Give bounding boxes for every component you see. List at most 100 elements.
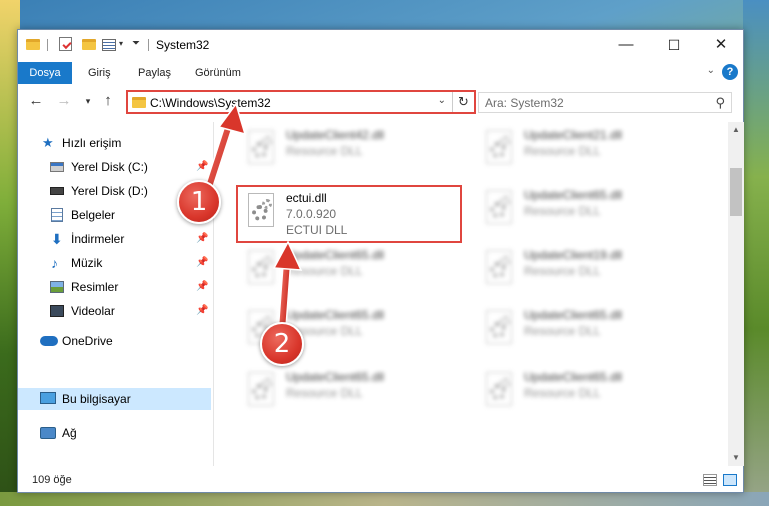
address-bar[interactable]: C:\Windows\System32 ⌄ ↻ xyxy=(126,90,476,114)
nav-item-label: Belgeler xyxy=(71,208,116,222)
dll-file-icon xyxy=(244,130,278,170)
scroll-up-arrow-icon[interactable]: ▲ xyxy=(728,122,744,138)
forward-arrow-icon[interactable]: → xyxy=(56,92,72,110)
file-name: UpdateClient65.dll xyxy=(286,370,385,384)
file-item[interactable]: UpdateClient65.dll Resource DLL xyxy=(476,186,696,236)
pin-icon: 📌 xyxy=(196,305,209,316)
tab-share[interactable]: Paylaş xyxy=(138,62,171,84)
nav-item-this-pc[interactable]: Bu bilgisayar xyxy=(18,388,211,410)
expand-ribbon-chevron-icon[interactable]: ⌄ xyxy=(707,65,715,76)
onedrive-icon xyxy=(40,336,58,346)
folder-icon xyxy=(26,39,40,50)
file-item[interactable]: UpdateClient19.dll Resource DLL xyxy=(476,246,696,296)
nav-item-local-disk-c[interactable]: Yerel Disk (C:) 📌 xyxy=(18,156,211,178)
dll-file-icon xyxy=(482,130,516,170)
nav-item-label: İndirmeler xyxy=(71,232,125,246)
drive-icon xyxy=(50,162,64,172)
star-icon: ★ xyxy=(42,135,54,150)
nav-item-label: Müzik xyxy=(71,256,103,270)
address-row: ← → ▾ ↑ C:\Windows\System32 ⌄ ↻ Ara: Sys… xyxy=(18,86,743,118)
close-button[interactable]: ✕ xyxy=(698,30,744,60)
step-badge-2: 2 xyxy=(260,322,304,366)
up-arrow-icon[interactable]: ↑ xyxy=(100,92,116,110)
file-name: ectui.dll xyxy=(286,191,327,205)
file-name: UpdateClient65.dll xyxy=(524,188,623,202)
vertical-scrollbar[interactable]: ▲ ▼ xyxy=(728,122,744,466)
status-bar: 109 öğe xyxy=(18,468,743,492)
tab-home[interactable]: Giriş xyxy=(88,62,111,84)
back-arrow-icon[interactable]: ← xyxy=(28,92,44,110)
dll-file-icon xyxy=(244,372,278,412)
nav-item-quick-access[interactable]: ★ Hızlı erişim xyxy=(18,132,211,154)
file-type: Resource DLL xyxy=(286,386,363,400)
pin-icon: 📌 xyxy=(196,161,209,172)
file-type: Resource DLL xyxy=(524,204,601,218)
dll-file-icon xyxy=(482,250,516,290)
pane-splitter[interactable] xyxy=(213,122,214,466)
maximize-button[interactable]: ☐ xyxy=(651,30,697,60)
file-type: ECTUI DLL xyxy=(286,223,348,237)
nav-item-label: Yerel Disk (C:) xyxy=(71,160,148,174)
desktop-background-right xyxy=(743,0,769,506)
nav-item-downloads[interactable]: ⬇ İndirmeler 📌 xyxy=(18,228,211,250)
explorer-window: ▾ ⏷ System32 — ☐ ✕ Dosya Giriş Paylaş Gö… xyxy=(17,29,744,493)
file-type: Resource DLL xyxy=(524,386,601,400)
nav-item-onedrive[interactable]: OneDrive xyxy=(18,330,211,352)
file-type: Resource DLL xyxy=(524,144,601,158)
file-item[interactable]: UpdateClient21.dll Resource DLL xyxy=(476,126,696,176)
pin-icon: 📌 xyxy=(196,233,209,244)
computer-icon xyxy=(40,392,56,404)
step-badge-1: 1 xyxy=(177,180,221,224)
chevron-down-icon[interactable]: ▾ xyxy=(119,39,123,55)
properties-icon[interactable] xyxy=(59,37,72,51)
file-type: Resource DLL xyxy=(286,264,363,278)
recent-locations-chevron-icon[interactable]: ▾ xyxy=(80,92,96,110)
file-type: Resource DLL xyxy=(524,324,601,338)
videos-icon xyxy=(50,305,64,317)
nav-item-pictures[interactable]: Resimler 📌 xyxy=(18,276,211,298)
file-item-ectui[interactable]: ectui.dll 7.0.0.920 ECTUI DLL xyxy=(236,185,462,243)
file-item[interactable]: UpdateClient65.dll Resource DLL xyxy=(238,246,458,296)
large-icons-view-icon[interactable] xyxy=(723,474,737,486)
nav-item-network[interactable]: Ağ xyxy=(18,422,211,444)
ribbon-tabs: Dosya Giriş Paylaş Görünüm ⌄ ? xyxy=(18,60,743,86)
nav-item-label: Hızlı erişim xyxy=(62,136,122,150)
tab-view[interactable]: Görünüm xyxy=(195,62,241,84)
search-input[interactable]: Ara: System32 ⚲ xyxy=(478,92,732,113)
file-item[interactable]: UpdateClient65.dll Resource DLL xyxy=(476,306,696,356)
file-item[interactable]: UpdateClient42.dll Resource DLL xyxy=(238,126,458,176)
documents-icon xyxy=(51,208,63,222)
downloads-icon: ⬇ xyxy=(51,231,63,247)
pin-icon: 📌 xyxy=(196,257,209,268)
file-name: UpdateClient65.dll xyxy=(286,248,385,262)
dll-file-icon xyxy=(482,372,516,412)
tab-file[interactable]: Dosya xyxy=(18,62,72,84)
dll-file-icon xyxy=(244,250,278,290)
address-path[interactable]: C:\Windows\System32 xyxy=(150,96,271,110)
refresh-icon[interactable]: ↻ xyxy=(452,92,474,112)
nav-item-music[interactable]: ♪ Müzik 📌 xyxy=(18,252,211,274)
help-icon[interactable]: ? xyxy=(722,64,738,80)
nav-item-label: OneDrive xyxy=(62,334,113,348)
file-type: Resource DLL xyxy=(524,264,601,278)
file-name: UpdateClient42.dll xyxy=(286,128,385,142)
file-list: UpdateClient42.dll Resource DLL UpdateCl… xyxy=(218,122,728,466)
search-icon[interactable]: ⚲ xyxy=(715,95,725,111)
nav-item-label: Ağ xyxy=(62,426,77,440)
details-view-icon[interactable] xyxy=(703,474,717,486)
scroll-down-arrow-icon[interactable]: ▼ xyxy=(728,450,744,466)
view-icon[interactable] xyxy=(102,39,116,51)
nav-item-label: Videolar xyxy=(71,304,115,318)
item-count: 109 öğe xyxy=(32,474,72,486)
customize-toolbar-icon[interactable]: ⏷ xyxy=(132,38,140,54)
file-item[interactable]: UpdateClient65.dll Resource DLL xyxy=(476,368,696,418)
network-icon xyxy=(40,427,56,439)
scrollbar-thumb[interactable] xyxy=(730,168,742,216)
minimize-button[interactable]: — xyxy=(603,30,649,60)
nav-item-videos[interactable]: Videolar 📌 xyxy=(18,300,211,322)
new-folder-icon[interactable] xyxy=(82,39,96,50)
file-item[interactable]: UpdateClient65.dll Resource DLL xyxy=(238,368,458,418)
navigation-pane: ★ Hızlı erişim Yerel Disk (C:) 📌 Yerel D… xyxy=(18,122,213,466)
address-history-chevron-icon[interactable]: ⌄ xyxy=(438,95,446,106)
toolbar-separator xyxy=(148,39,149,51)
